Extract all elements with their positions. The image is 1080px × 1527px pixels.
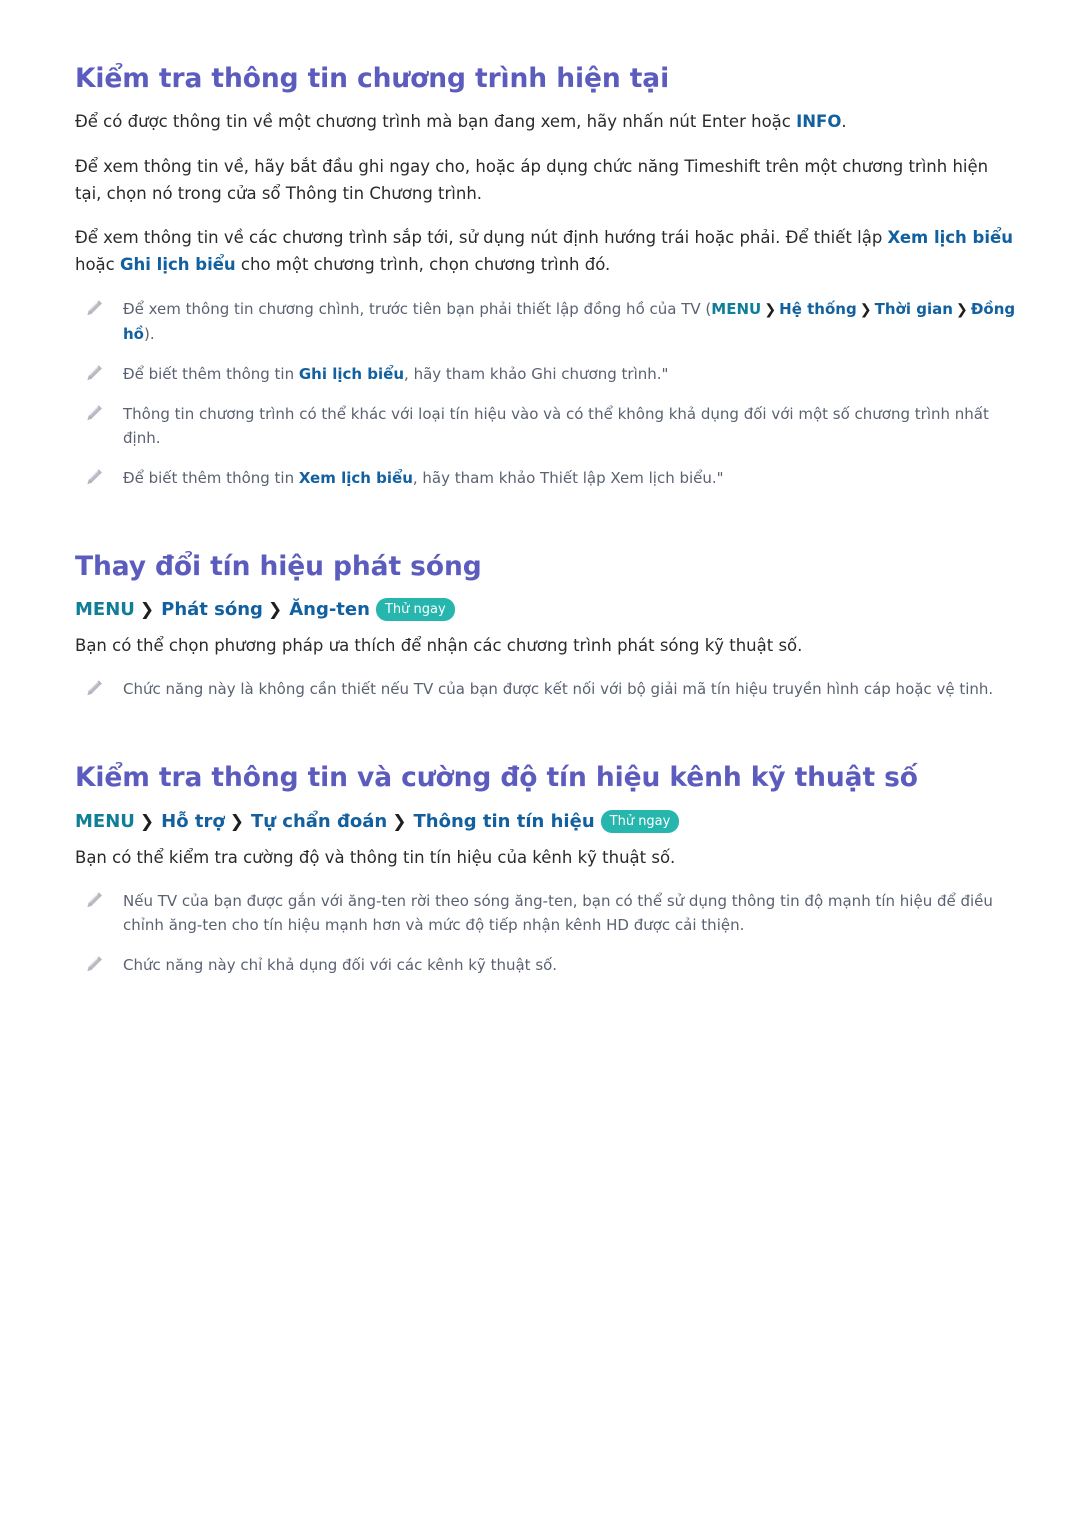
note-text: Nếu TV của bạn được gắn với ăng-ten rời … bbox=[123, 892, 993, 935]
breadcrumb-crumb-menu[interactable]: MENU bbox=[75, 599, 135, 620]
breadcrumb-crumb-phát-sóng[interactable]: Phát sóng bbox=[161, 599, 263, 620]
body-paragraph: Để có được thông tin về một chương trình… bbox=[75, 109, 1018, 136]
pencil-icon bbox=[85, 955, 104, 974]
body-paragraph: Bạn có thể kiểm tra cường độ và thông ti… bbox=[75, 845, 1018, 872]
paragraph-text: Để xem thông tin về, hãy bắt đầu ghi nga… bbox=[75, 156, 989, 203]
section-heading: Kiểm tra thông tin và cường độ tín hiệu … bbox=[75, 762, 918, 794]
chevron-right-icon: ❯ bbox=[229, 811, 244, 832]
note-item: Để xem thông tin chương chình, trước tiê… bbox=[75, 297, 1018, 346]
pencil-icon bbox=[85, 364, 104, 383]
note-text: , hãy tham khảo Ghi chương trình." bbox=[404, 364, 669, 383]
breadcrumb-crumb-hỗ-trợ[interactable]: Hỗ trợ bbox=[161, 811, 225, 832]
note-item: Để biết thêm thông tin Ghi lịch biểu, hã… bbox=[75, 362, 1018, 386]
breadcrumb-crumb-menu[interactable]: MENU bbox=[75, 811, 135, 832]
note-text: ). bbox=[143, 324, 155, 343]
note-text: Chức năng này là không cần thiết nếu TV … bbox=[123, 680, 994, 699]
chevron-right-icon: ❯ bbox=[139, 599, 155, 620]
note-text: , hãy tham khảo Thiết lập Xem lịch biểu.… bbox=[412, 468, 724, 487]
note-item: Nếu TV của bạn được gắn với ăng-ten rời … bbox=[75, 889, 1018, 937]
note-text: Chức năng này là không cần thiết nếu TV … bbox=[123, 680, 993, 698]
section-current-program-info: Kiểm tra thông tin chương trình hiện tại… bbox=[75, 62, 1018, 490]
inline-term: Hệ thống bbox=[779, 299, 857, 318]
note-item: Thông tin chương trình có thể khác với l… bbox=[75, 402, 1018, 450]
note-text: Thông tin chương trình có thể khác với l… bbox=[123, 405, 989, 447]
body-paragraph: Để xem thông tin về, hãy bắt đầu ghi nga… bbox=[75, 154, 1018, 207]
paragraph-text: . bbox=[841, 112, 847, 132]
pencil-icon bbox=[85, 679, 104, 698]
pencil-icon bbox=[85, 404, 104, 423]
breadcrumb-crumb-ăng-ten[interactable]: Ăng-ten bbox=[289, 599, 370, 620]
try-now-badge[interactable]: Thử ngay bbox=[600, 810, 680, 834]
paragraph-text: Để có được thông tin về một chương trình… bbox=[75, 112, 797, 132]
inline-term: Ghi lịch biểu bbox=[298, 364, 405, 383]
chevron-right-icon: ❯ bbox=[267, 599, 283, 620]
breadcrumb-crumb-thông-tin-tín-hiệu[interactable]: Thông tin tín hiệu bbox=[413, 811, 594, 832]
paragraph-text: Bạn có thể chọn phương pháp ưa thích để … bbox=[75, 635, 803, 655]
note-list: Chức năng này là không cần thiết nếu TV … bbox=[75, 677, 1018, 701]
inline-term: Thời gian bbox=[874, 299, 953, 318]
inline-term: Xem lịch biểu bbox=[887, 228, 1013, 248]
note-text: Để xem thông tin chương chình, trước tiê… bbox=[123, 300, 1015, 343]
note-text: Chức năng này chỉ khả dụng đối với các k… bbox=[123, 956, 557, 974]
paragraph-text: Bạn có thể kiểm tra cường độ và thông ti… bbox=[75, 847, 676, 867]
pencil-icon bbox=[85, 299, 104, 318]
body-paragraph: Để xem thông tin về các chương trình sắp… bbox=[75, 225, 1018, 278]
note-list: Nếu TV của bạn được gắn với ăng-ten rời … bbox=[75, 889, 1018, 977]
document-page: Kiểm tra thông tin chương trình hiện tại… bbox=[0, 0, 1080, 1527]
note-text: Nếu TV của bạn được gắn với ăng-ten rời … bbox=[123, 892, 993, 934]
breadcrumb: MENU ❯ Hỗ trợ ❯ Tự chẩn đoán ❯ Thông tin tín h… bbox=[75, 809, 1018, 835]
inline-term: INFO bbox=[796, 112, 842, 132]
paragraph-text: Để xem thông tin về các chương trình sắp… bbox=[75, 228, 888, 248]
note-text: Để biết thêm thông tin bbox=[123, 364, 299, 383]
section-heading: Thay đổi tín hiệu phát sóng bbox=[75, 550, 482, 582]
paragraph-text: cho một chương trình, chọn chương trình … bbox=[235, 255, 611, 274]
note-text: Để biết thêm thông tin bbox=[123, 468, 299, 487]
note-text: Chức năng này chỉ khả dụng đối với các k… bbox=[123, 956, 558, 975]
note-text: Thông tin chương trình có thể khác với l… bbox=[123, 404, 989, 447]
chevron-right-icon: ❯ bbox=[955, 301, 968, 318]
note-item: Chức năng này là không cần thiết nếu TV … bbox=[75, 677, 1018, 701]
note-text: Để xem thông tin chương chình, trước tiê… bbox=[123, 299, 712, 318]
note-item: Chức năng này chỉ khả dụng đối với các k… bbox=[75, 953, 1018, 977]
chevron-right-icon: ❯ bbox=[139, 811, 155, 832]
chevron-right-icon: ❯ bbox=[764, 301, 777, 318]
inline-term: Xem lịch biểu bbox=[298, 468, 413, 487]
pencil-icon bbox=[85, 891, 104, 910]
breadcrumb: MENU ❯ Phát sóng ❯ Ăng-ten Thử ngay bbox=[75, 597, 1018, 623]
section-change-broadcast-signal: Thay đổi tín hiệu phát sóng MENU ❯ Phát són… bbox=[75, 550, 1018, 702]
note-item: Để biết thêm thông tin Xem lịch biểu, hã… bbox=[75, 466, 1018, 490]
pencil-icon bbox=[85, 468, 104, 487]
note-list: Để xem thông tin chương chình, trước tiê… bbox=[75, 297, 1018, 490]
section-heading: Kiểm tra thông tin chương trình hiện tại bbox=[75, 63, 670, 94]
body-paragraph: Bạn có thể chọn phương pháp ưa thích để … bbox=[75, 633, 1018, 660]
inline-term: Ghi lịch biểu bbox=[119, 255, 236, 274]
section-digital-channel-signal-info: Kiểm tra thông tin và cường độ tín hiệu … bbox=[75, 761, 1018, 977]
note-text: Để biết thêm thông tin Xem lịch biểu, hã… bbox=[123, 469, 724, 487]
chevron-right-icon: ❯ bbox=[859, 301, 872, 318]
try-now-badge[interactable]: Thử ngay bbox=[375, 598, 455, 622]
paragraph-text: hoặc bbox=[75, 255, 120, 274]
inline-term-menu: MENU bbox=[711, 299, 762, 318]
breadcrumb-crumb-tự-chẩn-đoán[interactable]: Tự chẩn đoán bbox=[251, 811, 387, 832]
chevron-right-icon: ❯ bbox=[392, 811, 407, 832]
note-text: Để biết thêm thông tin Ghi lịch biểu, hã… bbox=[123, 365, 668, 383]
